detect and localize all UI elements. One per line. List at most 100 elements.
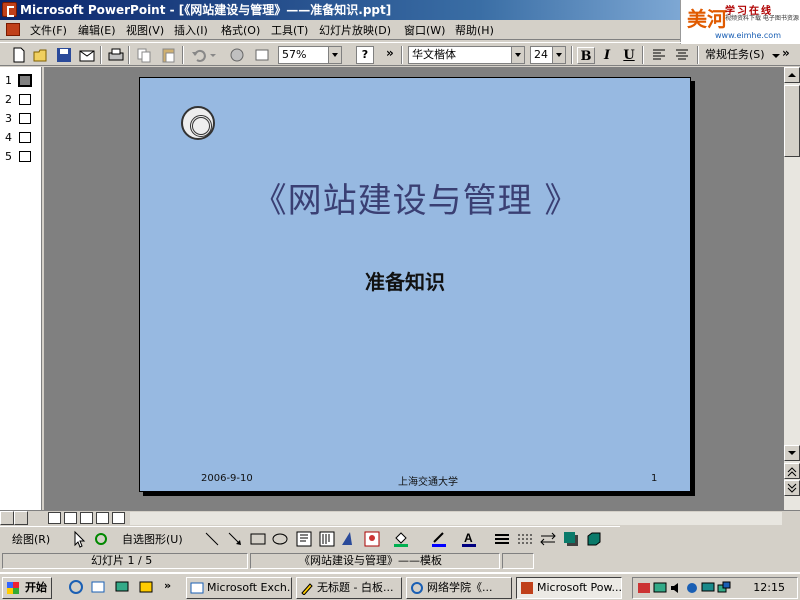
select-pointer-icon[interactable] [70, 530, 88, 548]
slide-thumbnail-3[interactable] [19, 113, 31, 124]
chevron-down-icon[interactable] [511, 47, 524, 63]
menu-insert[interactable]: 插入(I) [174, 23, 208, 38]
taskbar-clock[interactable]: 12:15 [753, 578, 785, 598]
zoom-select[interactable]: 57% [278, 46, 342, 64]
quicklaunch-more-chevron[interactable]: » [164, 579, 180, 595]
menu-slideshow[interactable]: 幻灯片放映(D) [319, 23, 391, 38]
arrow-icon[interactable] [226, 530, 244, 548]
prev-slide-icon[interactable] [784, 463, 800, 479]
desktop-icon[interactable] [114, 579, 130, 595]
menu-edit[interactable]: 编辑(E) [78, 23, 116, 38]
rectangle-icon[interactable] [249, 530, 267, 548]
menu-tools[interactable]: 工具(T) [271, 23, 308, 38]
paste-icon[interactable] [160, 46, 178, 64]
chevron-down-icon[interactable] [552, 47, 565, 63]
toolbar-more-chevron-2[interactable]: » [782, 46, 800, 64]
email-icon[interactable] [78, 46, 96, 64]
help-icon[interactable]: ? [356, 46, 374, 64]
scroll-thumb[interactable] [784, 85, 800, 157]
font-color-icon[interactable]: A [460, 530, 478, 548]
clipart-icon[interactable] [363, 530, 381, 548]
next-slide-icon[interactable] [784, 480, 800, 496]
align-center-icon[interactable] [673, 46, 691, 64]
volume-icon[interactable] [669, 581, 683, 595]
autoshapes-button[interactable]: 自选图形(U) [122, 532, 183, 547]
slide-thumbnail-4[interactable] [19, 132, 31, 143]
vertical-textbox-icon[interactable] [318, 530, 336, 548]
normal-view-icon[interactable] [48, 512, 61, 524]
slide-thumbnail-1[interactable] [18, 74, 32, 87]
slide-view-icon[interactable] [80, 512, 93, 524]
tray-connection-icon[interactable] [717, 581, 731, 595]
powerpoint-app-icon[interactable] [2, 2, 17, 17]
line-icon[interactable] [203, 530, 221, 548]
slide-organization: 上海交通大学 [398, 477, 458, 488]
oval-icon[interactable] [271, 530, 289, 548]
menu-file[interactable]: 文件(F) [30, 23, 67, 38]
font-name-select[interactable]: 华文楷体 [408, 46, 525, 64]
menu-help[interactable]: 帮助(H) [455, 23, 494, 38]
scroll-left-arrow-icon[interactable] [0, 511, 14, 525]
slide-subtitle[interactable]: 准备知识 [140, 266, 670, 295]
ie-icon[interactable] [68, 579, 84, 595]
undo-icon[interactable] [190, 46, 208, 64]
exchange-icon [190, 582, 204, 594]
hscroll-track[interactable] [130, 512, 782, 525]
toolbar-separator [100, 46, 102, 64]
draw-menu-button[interactable]: 绘图(R) [12, 532, 50, 547]
underline-button[interactable]: U [620, 47, 638, 64]
common-tasks-button[interactable]: 常规任务(S) [705, 47, 765, 62]
line-style-icon[interactable] [493, 530, 511, 548]
undo-dropdown-icon[interactable] [208, 46, 226, 64]
tray-app-icon[interactable] [637, 581, 651, 595]
slide-thumbnail-5[interactable] [19, 151, 31, 162]
outlook-icon[interactable] [90, 579, 106, 595]
menu-window[interactable]: 窗口(W) [404, 23, 445, 38]
new-icon[interactable] [10, 46, 28, 64]
slide-sorter-view-icon[interactable] [96, 512, 109, 524]
shadow-icon[interactable] [562, 530, 580, 548]
bold-button[interactable]: B [577, 47, 595, 64]
scroll-down-arrow-icon[interactable] [784, 445, 800, 461]
menu-format[interactable]: 格式(O) [221, 23, 260, 38]
save-icon[interactable] [55, 46, 73, 64]
taskbar-item-exchange[interactable]: Microsoft Exch... [186, 577, 292, 599]
arrow-style-icon[interactable] [539, 530, 557, 548]
menu-view[interactable]: 视图(V) [126, 23, 164, 38]
free-rotate-icon[interactable] [92, 530, 110, 548]
taskbar-item-powerpoint[interactable]: Microsoft Pow... [516, 577, 622, 599]
scroll-right-arrow-icon[interactable] [14, 511, 28, 525]
toolbar-separator [182, 46, 184, 64]
open-folder-icon[interactable] [32, 46, 50, 64]
tray-computer-icon[interactable] [701, 581, 715, 595]
start-button[interactable]: 开始 [2, 577, 52, 599]
taskbar-item-network-college[interactable]: 网络学院《... [406, 577, 512, 599]
vertical-scrollbar[interactable] [784, 67, 800, 510]
slideshow-view-icon[interactable] [112, 512, 125, 524]
slide-canvas[interactable]: 《网站建设与管理 》 准备知识 2006-9-10 上海交通大学 1 [139, 77, 691, 492]
slide-number: 4 [5, 131, 12, 144]
wordart-icon[interactable] [340, 530, 358, 548]
copy-icon[interactable] [135, 46, 153, 64]
document-icon[interactable] [6, 23, 20, 36]
print-icon[interactable] [107, 46, 125, 64]
hyperlink-icon[interactable] [228, 46, 246, 64]
slide-title[interactable]: 《网站建设与管理 》 [140, 173, 692, 222]
tables-icon[interactable] [253, 46, 271, 64]
fill-color-icon[interactable] [392, 530, 410, 548]
media-icon[interactable] [138, 579, 154, 595]
slide-thumbnail-2[interactable] [19, 94, 31, 105]
dash-style-icon[interactable] [516, 530, 534, 548]
font-size-select[interactable]: 24 [530, 46, 566, 64]
align-left-icon[interactable] [650, 46, 668, 64]
line-color-icon[interactable] [430, 530, 448, 548]
chevron-down-icon[interactable] [328, 47, 341, 63]
tray-messenger-icon[interactable] [685, 581, 699, 595]
taskbar-item-whiteboard[interactable]: 无标题 - 白板... [296, 577, 402, 599]
italic-button[interactable]: I [598, 47, 616, 64]
tray-network-icon[interactable] [653, 581, 667, 595]
outline-view-icon[interactable] [64, 512, 77, 524]
textbox-icon[interactable] [295, 530, 313, 548]
3d-icon[interactable] [585, 530, 603, 548]
scroll-up-arrow-icon[interactable] [784, 67, 800, 83]
